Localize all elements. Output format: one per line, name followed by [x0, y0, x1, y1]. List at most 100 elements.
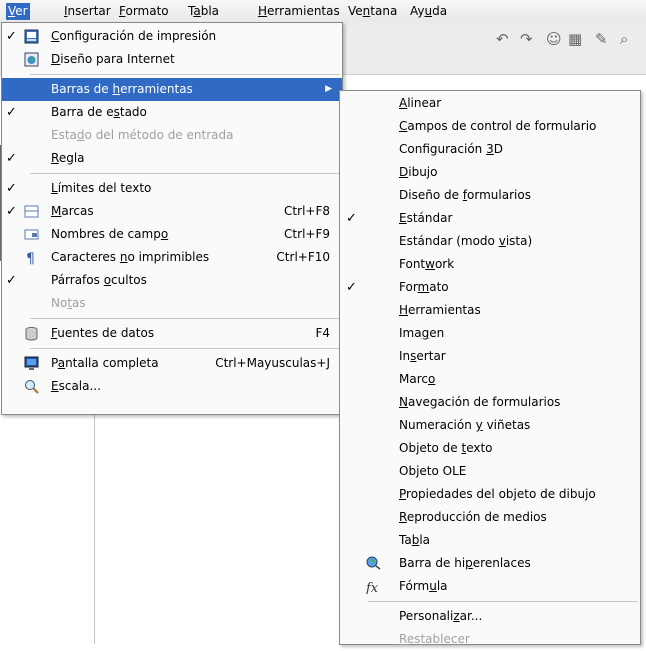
menu-item-campos-de-control-de-formulario[interactable]: Campos de control de formulario [340, 115, 640, 138]
label-mnemonic: o [103, 273, 112, 287]
menu-item-label: Estándar (modo vista) [399, 230, 532, 253]
menu-item-marco[interactable]: Marco [340, 368, 640, 391]
menu-item-barras-de-herramientas[interactable]: Barras de herramientas ▶ [2, 78, 342, 101]
label-text: In [399, 349, 411, 363]
menubar-item-ayuda[interactable]: Ayuda [408, 3, 449, 20]
toolbar-button-icon[interactable]: ↶ [496, 30, 509, 48]
menu-item-notas: Notas [2, 292, 342, 315]
label-mnemonic: y [475, 418, 483, 432]
menu-item-tabla[interactable]: Tabla [340, 529, 640, 552]
label-mnemonic: N [399, 395, 408, 409]
menu-item-label: Restablecer [399, 628, 470, 651]
menu-item-caracteres-no-imprimibles[interactable]: ¶ Caracteres no imprimibles Ctrl+F10 [2, 246, 342, 269]
menu-item-formato[interactable]: ✓ Formato [340, 276, 640, 299]
menu-item-diseño-para-internet[interactable]: Diseño para Internet [2, 48, 342, 71]
menu-item-marcas[interactable]: ✓ Marcas Ctrl+F8 [2, 200, 342, 223]
menu-item-objeto-ole[interactable]: Objeto OLE [340, 460, 640, 483]
menu-bar: Ver Insertar Formato Tabla Herramientas Venta… [0, 0, 646, 23]
menu-item-reproducción-de-medios[interactable]: Reproducción de medios [340, 506, 640, 529]
menu-item-label: Regla [51, 147, 85, 170]
menu-item-label: Tabla [399, 529, 430, 552]
label-mnemonic: u [429, 579, 437, 593]
menu-item-navegación-de-formularios[interactable]: Navegación de formularios [340, 391, 640, 414]
shortcut-label: Ctrl+Mayusculas+J [215, 356, 330, 370]
label-text: Objeto de [399, 441, 462, 455]
shortcut-label: F4 [315, 326, 330, 340]
menu-item-propiedades-del-objeto-de-dibujo[interactable]: Propiedades del objeto de dibujo [340, 483, 640, 506]
menu-item-label: Propiedades del objeto de dibujo [399, 483, 596, 506]
menu-item-label: Campos de control de formulario [399, 115, 596, 138]
label-mnemonic: w [425, 257, 435, 271]
toolbar-button-icon[interactable]: ▦ [568, 30, 582, 48]
menubar-item-ver[interactable]: Ver [6, 3, 30, 20]
menubar-item-insertar[interactable]: Insertar [62, 3, 113, 20]
svg-text:¶: ¶ [26, 251, 35, 265]
checkmark-icon: ✓ [6, 105, 17, 120]
label-text: Font [399, 257, 426, 271]
menu-item-regla[interactable]: ✓ Regla [2, 147, 342, 170]
label-mnemonic: R [51, 151, 59, 165]
label-text: o del método de entrada [84, 128, 234, 142]
menu-separator [30, 348, 340, 349]
menu-item-label: Estado del método de entrada [51, 124, 234, 147]
menu-item-label: Personalizar... [399, 605, 482, 628]
label-text: ork [434, 257, 455, 271]
label-mnemonic: L [51, 181, 58, 195]
hyperlink-globe-icon [366, 556, 381, 571]
menu-item-imagen[interactable]: Imagen [340, 322, 640, 345]
label-text: eproducción de medios [406, 510, 547, 524]
menu-item-párrafos-ocultos[interactable]: ✓ Párrafos ocultos [2, 269, 342, 292]
label-text: scala... [58, 379, 101, 393]
menu-item-barra-de-estado[interactable]: ✓ Barra de estado [2, 101, 342, 124]
toolbar-button-icon[interactable]: ☺ [546, 30, 562, 48]
label-text: ntalla completa [65, 356, 159, 370]
menu-item-label: Dibujo [399, 161, 437, 184]
menu-item-herramientas[interactable]: Herramientas [340, 299, 640, 322]
menu-item-personalizar[interactable]: Personalizar... [340, 605, 640, 628]
menu-item-insertar[interactable]: Insertar [340, 345, 640, 368]
menu-item-fórmula[interactable]: fx Fórmula [340, 575, 640, 598]
menu-item-nombres-de-campo[interactable]: Nombres de campo Ctrl+F9 [2, 223, 342, 246]
menubar-item-herramientas[interactable]: Herramientas [256, 3, 342, 20]
menu-item-dibujo[interactable]: Dibujo [340, 161, 640, 184]
menubar-item-ventana[interactable]: Ventana [346, 3, 399, 20]
menu-item-escala[interactable]: Escala... [2, 375, 342, 398]
toolbar-button-icon[interactable]: ↷ [520, 30, 533, 48]
toolbars-submenu: Alinear Campos de control de formulario Co… [339, 90, 641, 646]
menu-item-diseño-de-formularios[interactable]: Diseño de formularios [340, 184, 640, 207]
toolbar-button-icon[interactable]: ✎ [595, 30, 608, 48]
label-text: ato [429, 280, 449, 294]
menu-item-límites-del-texto[interactable]: ✓ Límites del texto [2, 177, 342, 200]
menu-item-pantalla-completa[interactable]: Pantalla completa Ctrl+Mayusculas+J [2, 352, 342, 375]
web-layout-icon [24, 52, 39, 67]
menu-item-configuración-3d[interactable]: Configuración 3D [340, 138, 640, 161]
menu-item-fuentes-de-datos[interactable]: Fuentes de datos F4 [2, 322, 342, 345]
menu-item-alinear[interactable]: Alinear [340, 92, 640, 115]
label-mnemonic: 3 [486, 142, 494, 156]
label-text: o imprimibles [127, 250, 210, 264]
checkmark-icon: ✓ [6, 273, 17, 288]
menu-item-objeto-de-texto[interactable]: Objeto de texto [340, 437, 640, 460]
label-mnemonic: P [399, 487, 407, 501]
toolbar-button-icon[interactable]: ⌕ [620, 30, 628, 48]
checkmark-icon: ✓ [6, 204, 17, 219]
label-text: No [51, 296, 68, 310]
menu-item-barra-de-hiperenlaces[interactable]: Barra de hiperenlaces [340, 552, 640, 575]
menu-item-label: Nombres de campo [51, 223, 168, 246]
ver-menu-dropdown: ✓ Configuración de impresión Diseño para I… [1, 22, 343, 415]
menu-item-numeración-y-viñetas[interactable]: Numeración y viñetas [340, 414, 640, 437]
label-text: P [51, 356, 58, 370]
label-text: tado [119, 105, 147, 119]
menu-item-fontwork[interactable]: Fontwork [340, 253, 640, 276]
menu-item-label: Herramientas [399, 299, 481, 322]
menu-item-estándar-modo-vista[interactable]: Estándar (modo vista) [340, 230, 640, 253]
formula-fx-icon: fx [365, 579, 381, 596]
menubar-item-tabla[interactable]: Tabla [186, 3, 221, 20]
checkmark-icon: ✓ [6, 181, 17, 196]
label-mnemonic: d [76, 128, 85, 142]
menu-item-label: Navegación de formularios [399, 391, 560, 414]
label-text: Párrafos [51, 273, 104, 287]
menubar-item-formato[interactable]: Formato [117, 3, 171, 20]
menu-item-estándar[interactable]: ✓ Estándar [340, 207, 640, 230]
menu-item-configuración-de-impresión[interactable]: ✓ Configuración de impresión [2, 25, 342, 48]
